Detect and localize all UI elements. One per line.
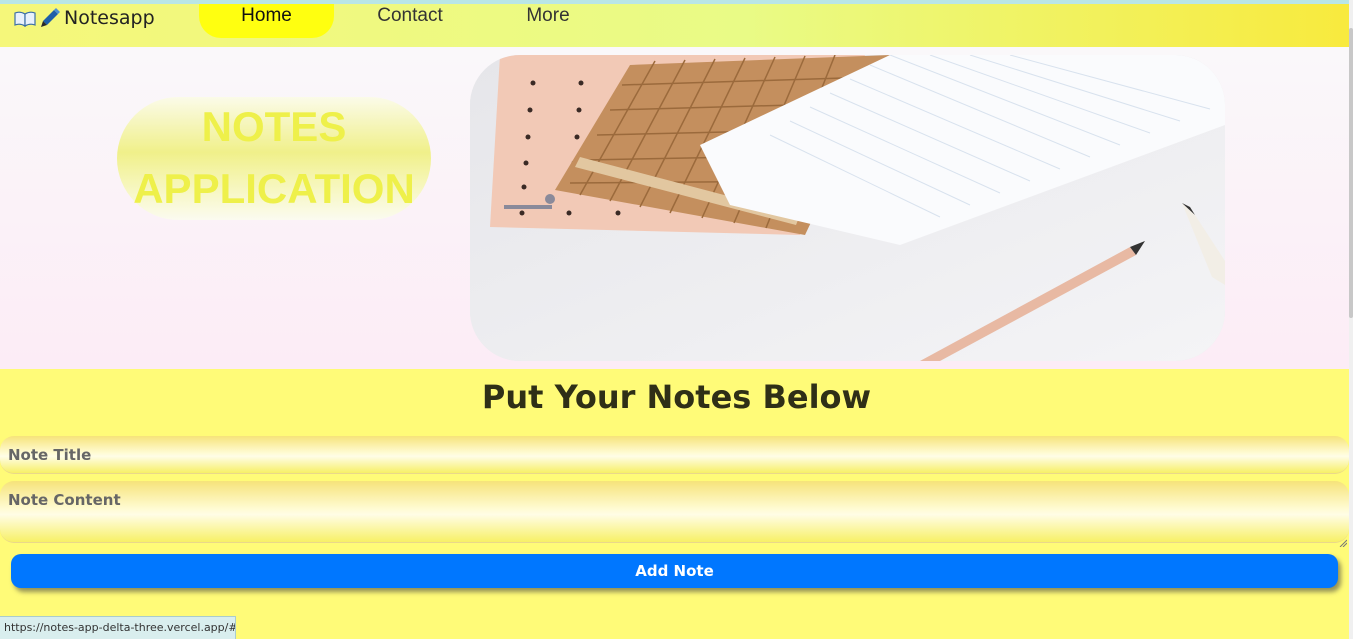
add-note-button[interactable]: Add Note [11, 554, 1338, 588]
nav-link-more[interactable]: More [508, 4, 588, 38]
note-content-textarea[interactable]: Note Content [0, 481, 1349, 548]
hero-title-line2: APPLICATION [133, 165, 415, 212]
resize-grip-icon[interactable] [1339, 532, 1348, 548]
note-content-placeholder: Note Content [8, 491, 121, 509]
note-title-placeholder: Note Title [8, 446, 92, 464]
note-title-input[interactable]: Note Title [0, 436, 1349, 474]
hero-title-pill: NOTES APPLICATION [117, 97, 431, 220]
pencil-icon [40, 8, 60, 28]
brand-name: Notesapp [64, 7, 155, 29]
open-book-icon [14, 10, 36, 28]
nav-link-home[interactable]: Home [199, 4, 334, 38]
notes-section-heading: Put Your Notes Below [481, 378, 872, 416]
hero-notebooks-image [470, 55, 1225, 361]
brand-link[interactable]: Notesapp [14, 4, 155, 32]
link-status-bar: https://notes-app-delta-three.vercel.app… [0, 616, 236, 639]
nav-link-contact[interactable]: Contact [360, 4, 460, 38]
scrollbar-thumb[interactable] [1349, 28, 1353, 318]
hero-banner: NOTES APPLICATION [0, 47, 1353, 369]
hero-title-line1: NOTES [201, 103, 347, 150]
scrollbar[interactable] [1349, 0, 1353, 639]
navbar: Notesapp Home Contact More [0, 4, 1353, 47]
